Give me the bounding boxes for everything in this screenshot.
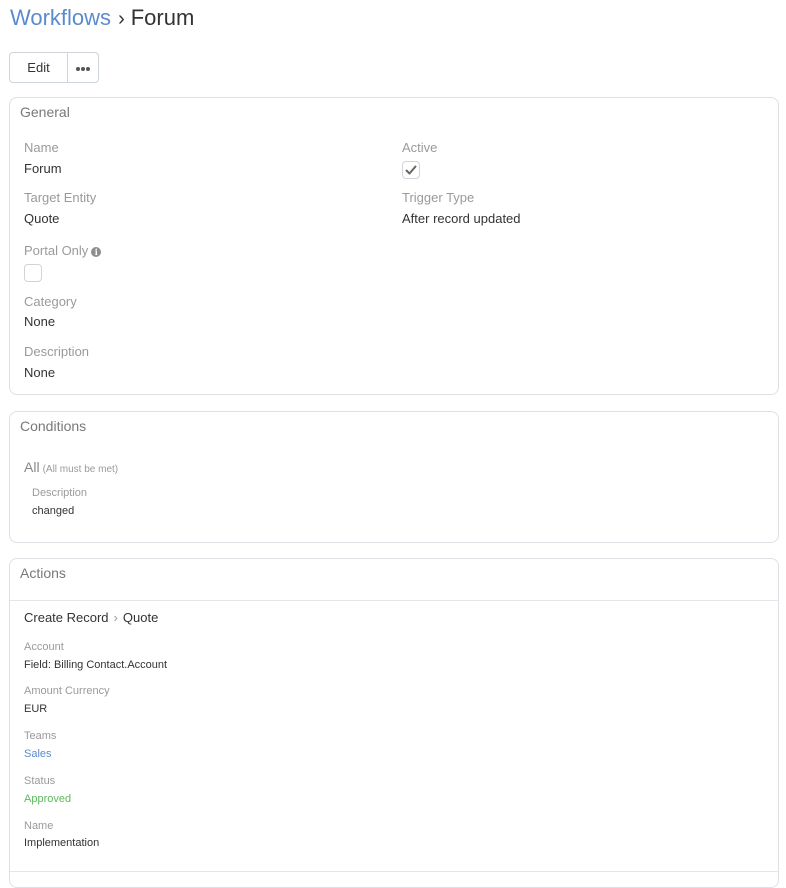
- trigger-type-value: After record updated: [402, 211, 521, 226]
- general-panel: General Name Forum Active Target Entity …: [9, 97, 779, 395]
- actions-divider: [10, 600, 778, 601]
- portal-only-label-text: Portal Only: [24, 243, 89, 258]
- action-amount-currency-value: EUR: [24, 703, 48, 715]
- action-account-label: Account: [24, 641, 64, 653]
- actions-bottom-divider: [10, 871, 778, 872]
- action-teams-link[interactable]: Sales: [24, 748, 52, 760]
- conditions-all-note: (All must be met): [42, 464, 119, 475]
- conditions-panel: Conditions All (All must be met) Descript…: [9, 411, 779, 543]
- target-entity-value: Quote: [24, 211, 60, 226]
- record-toolbar: Edit: [9, 52, 99, 83]
- action-account-value: Field: Billing Contact.Account: [24, 659, 168, 671]
- condition-field-label: Description: [32, 487, 88, 499]
- conditions-all-label: All: [24, 459, 40, 475]
- more-actions-button[interactable]: [68, 53, 98, 82]
- action-name-value: Implementation: [24, 837, 100, 849]
- actions-panel: Actions Create Record › Quote Account Fiel…: [9, 558, 779, 888]
- ellipsis-icon: [76, 67, 90, 71]
- breadcrumb: Workflows › Forum: [10, 4, 194, 33]
- action-chevron: ›: [113, 610, 118, 625]
- breadcrumb-separator: ›: [118, 8, 125, 30]
- name-label: Name: [24, 140, 59, 155]
- action-type: Create Record: [24, 610, 109, 625]
- conditions-panel-title: Conditions: [20, 418, 87, 434]
- general-panel-title: General: [20, 104, 70, 120]
- portal-only-checkbox: [24, 264, 42, 282]
- active-checkbox: [402, 161, 420, 179]
- description-value: None: [24, 365, 56, 380]
- actions-panel-title: Actions: [20, 565, 66, 581]
- checkmark-icon: [405, 165, 417, 175]
- action-status-label: Status: [24, 775, 56, 787]
- description-label: Description: [24, 344, 90, 359]
- action-amount-currency-label: Amount Currency: [24, 685, 110, 697]
- action-entity: Quote: [122, 610, 159, 625]
- edit-button[interactable]: Edit: [10, 53, 68, 82]
- portal-only-label: Portal Only i: [24, 243, 102, 258]
- info-icon[interactable]: i: [91, 247, 102, 257]
- trigger-type-label: Trigger Type: [402, 190, 475, 205]
- action-status-value: Approved: [24, 793, 72, 805]
- page-title: Forum: [130, 5, 195, 30]
- active-label: Active: [402, 140, 438, 155]
- condition-field-value: changed: [32, 505, 75, 517]
- action-teams-label: Teams: [24, 730, 57, 742]
- category-label: Category: [24, 294, 77, 309]
- category-value: None: [24, 314, 56, 329]
- action-name-label: Name: [24, 820, 54, 832]
- conditions-all-group: All (All must be met): [24, 459, 118, 475]
- action-heading: Create Record › Quote: [24, 610, 158, 625]
- breadcrumb-workflows-link[interactable]: Workflows: [10, 5, 111, 30]
- name-value: Forum: [24, 161, 62, 176]
- target-entity-label: Target Entity: [24, 190, 97, 205]
